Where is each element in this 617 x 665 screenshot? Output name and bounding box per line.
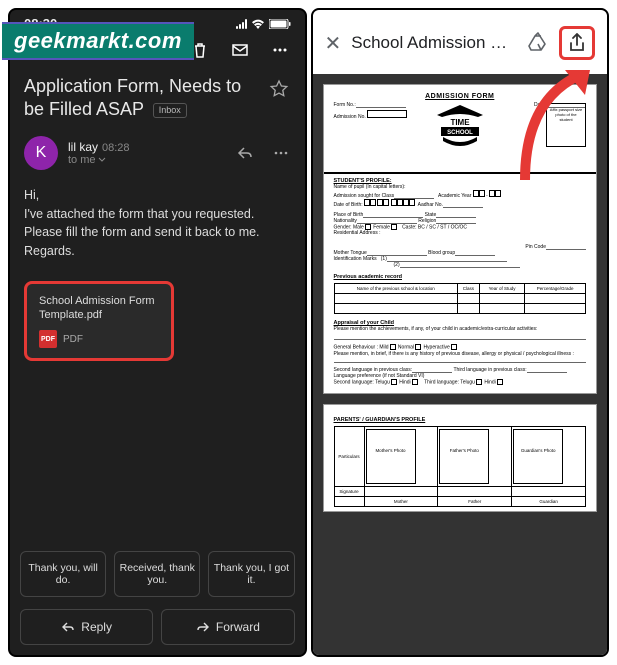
smart-reply-1[interactable]: Thank you, will do. — [20, 551, 106, 597]
save-to-drive-icon[interactable] — [527, 30, 549, 57]
father-photo-box: Father's Photo — [439, 429, 489, 484]
parents-heading: PARENTS' / GUARDIAN'S PROFILE — [334, 417, 587, 423]
svg-text:SCHOOL: SCHOOL — [447, 130, 473, 136]
reply-button[interactable]: Reply — [20, 609, 153, 645]
label-admno: Admission No. — [334, 114, 366, 120]
reply-icon-button[interactable] — [235, 143, 255, 163]
pdf-page-2: PARENTS' / GUARDIAN'S PROFILE Particular… — [323, 404, 598, 512]
pdf-title: School Admission Fo... — [351, 33, 517, 53]
email-body: Hi, I've attached the form that you requ… — [10, 180, 305, 267]
attachment-filename: School Admission Form Template.pdf — [39, 294, 159, 323]
avatar[interactable]: K — [24, 136, 58, 170]
label-behav: General Behaviour : Mild — [334, 345, 389, 351]
attachment-card[interactable]: School Admission Form Template.pdf PDF P… — [24, 281, 174, 362]
label-caste: Caste: — [402, 224, 416, 230]
opt-telugu2: Telugu — [460, 379, 475, 385]
label-date: Date: — [534, 102, 546, 108]
email-app-screen: 08:30 Application Form, Needs to be Fill… — [8, 8, 307, 657]
form-heading: ADMISSION FORM — [334, 93, 587, 100]
mark-unread-button[interactable] — [229, 39, 251, 61]
email-subject: Application Form, Needs to be Filled ASA… — [24, 75, 259, 122]
more-button[interactable] — [269, 39, 291, 61]
smart-replies-row: Thank you, will do. Received, thank you.… — [10, 543, 305, 605]
opt-hindi1: Hindi — [399, 379, 410, 385]
label-aadhar: Aadhar No. — [418, 202, 443, 208]
svg-text:TIME: TIME — [450, 118, 470, 127]
label-dob: Date of Birth: — [334, 202, 363, 208]
label-behav2: Please mention, in brief, if there is an… — [334, 351, 587, 357]
sender-time: 08:28 — [102, 142, 130, 154]
guardian-photo-box: Guardian's Photo — [513, 429, 563, 484]
body-line: I've attached the form that you requeste… — [24, 205, 291, 243]
label-pin: Pin Code — [525, 244, 546, 250]
label-lang1: Second language in previous class: — [334, 367, 413, 373]
star-button[interactable] — [267, 77, 291, 101]
prev-school-table: Name of the previous school & locationCl… — [334, 283, 587, 314]
pdf-icon: PDF — [39, 330, 57, 348]
pdf-viewer-screen: ✕ School Admission Fo... ADMISSION FORM … — [311, 8, 610, 657]
mother-photo-box: Mother's Photo — [366, 429, 416, 484]
body-signoff: Regards. — [24, 242, 291, 261]
label-lang2: Third language in previous class: — [453, 367, 526, 373]
label-marks: Identification Marks — [334, 256, 377, 262]
signal-icon — [236, 19, 247, 29]
bottom-actions: Reply Forward — [10, 605, 305, 655]
student-photo-box: Affix passport size photo of the student — [546, 103, 586, 147]
watermark-overlay: geekmarkt.com — [2, 22, 194, 60]
close-button[interactable]: ✕ — [325, 31, 342, 56]
status-icons — [236, 19, 291, 29]
sender-name: lil kay — [68, 140, 98, 154]
inbox-tag: Inbox — [153, 103, 187, 119]
label-bc: BC / SC / ST / OC/OC — [418, 224, 467, 230]
label-formno: Form No.: — [334, 102, 356, 108]
attachment-type: PDF — [63, 334, 83, 345]
prev-record-heading: Previous academic record — [334, 274, 587, 280]
smart-reply-2[interactable]: Received, thank you. — [114, 551, 200, 597]
pdf-pages-area[interactable]: ADMISSION FORM Form No.: Date: Admission… — [313, 74, 608, 655]
wifi-icon — [251, 19, 265, 29]
opt-telugu1: Telugu — [375, 379, 390, 385]
body-greeting: Hi, — [24, 186, 291, 205]
parents-photo-table: Particulars Mother's Photo Father's Phot… — [334, 426, 587, 507]
school-logo: TIME SCHOOL — [433, 103, 487, 153]
forward-button[interactable]: Forward — [161, 609, 294, 645]
sender-row: K lil kay 08:28 to me — [10, 132, 305, 180]
label-addr: Residential Address : — [334, 230, 381, 236]
smart-reply-3[interactable]: Thank you, I got it. — [208, 551, 294, 597]
pdf-page-1: ADMISSION FORM Form No.: Date: Admission… — [323, 84, 598, 394]
battery-icon — [269, 19, 291, 29]
dual-screenshot-container: 08:30 Application Form, Needs to be Fill… — [0, 0, 617, 665]
label-tl: Third language: — [424, 379, 459, 385]
label-b2: Normal — [398, 345, 414, 351]
pdf-header: ✕ School Admission Fo... — [313, 10, 608, 74]
subject-text: Application Form, Needs to be Filled ASA… — [24, 76, 241, 119]
sender-info[interactable]: lil kay 08:28 to me — [68, 140, 225, 166]
opt-hindi2: Hindi — [484, 379, 495, 385]
label-b3: Hyperactive — [423, 345, 449, 351]
sender-more-button[interactable] — [271, 143, 291, 163]
sender-to: to me — [68, 154, 225, 166]
subject-row: Application Form, Needs to be Filled ASA… — [10, 71, 305, 132]
label-sl: Second language: — [334, 379, 374, 385]
share-button[interactable] — [559, 26, 595, 60]
